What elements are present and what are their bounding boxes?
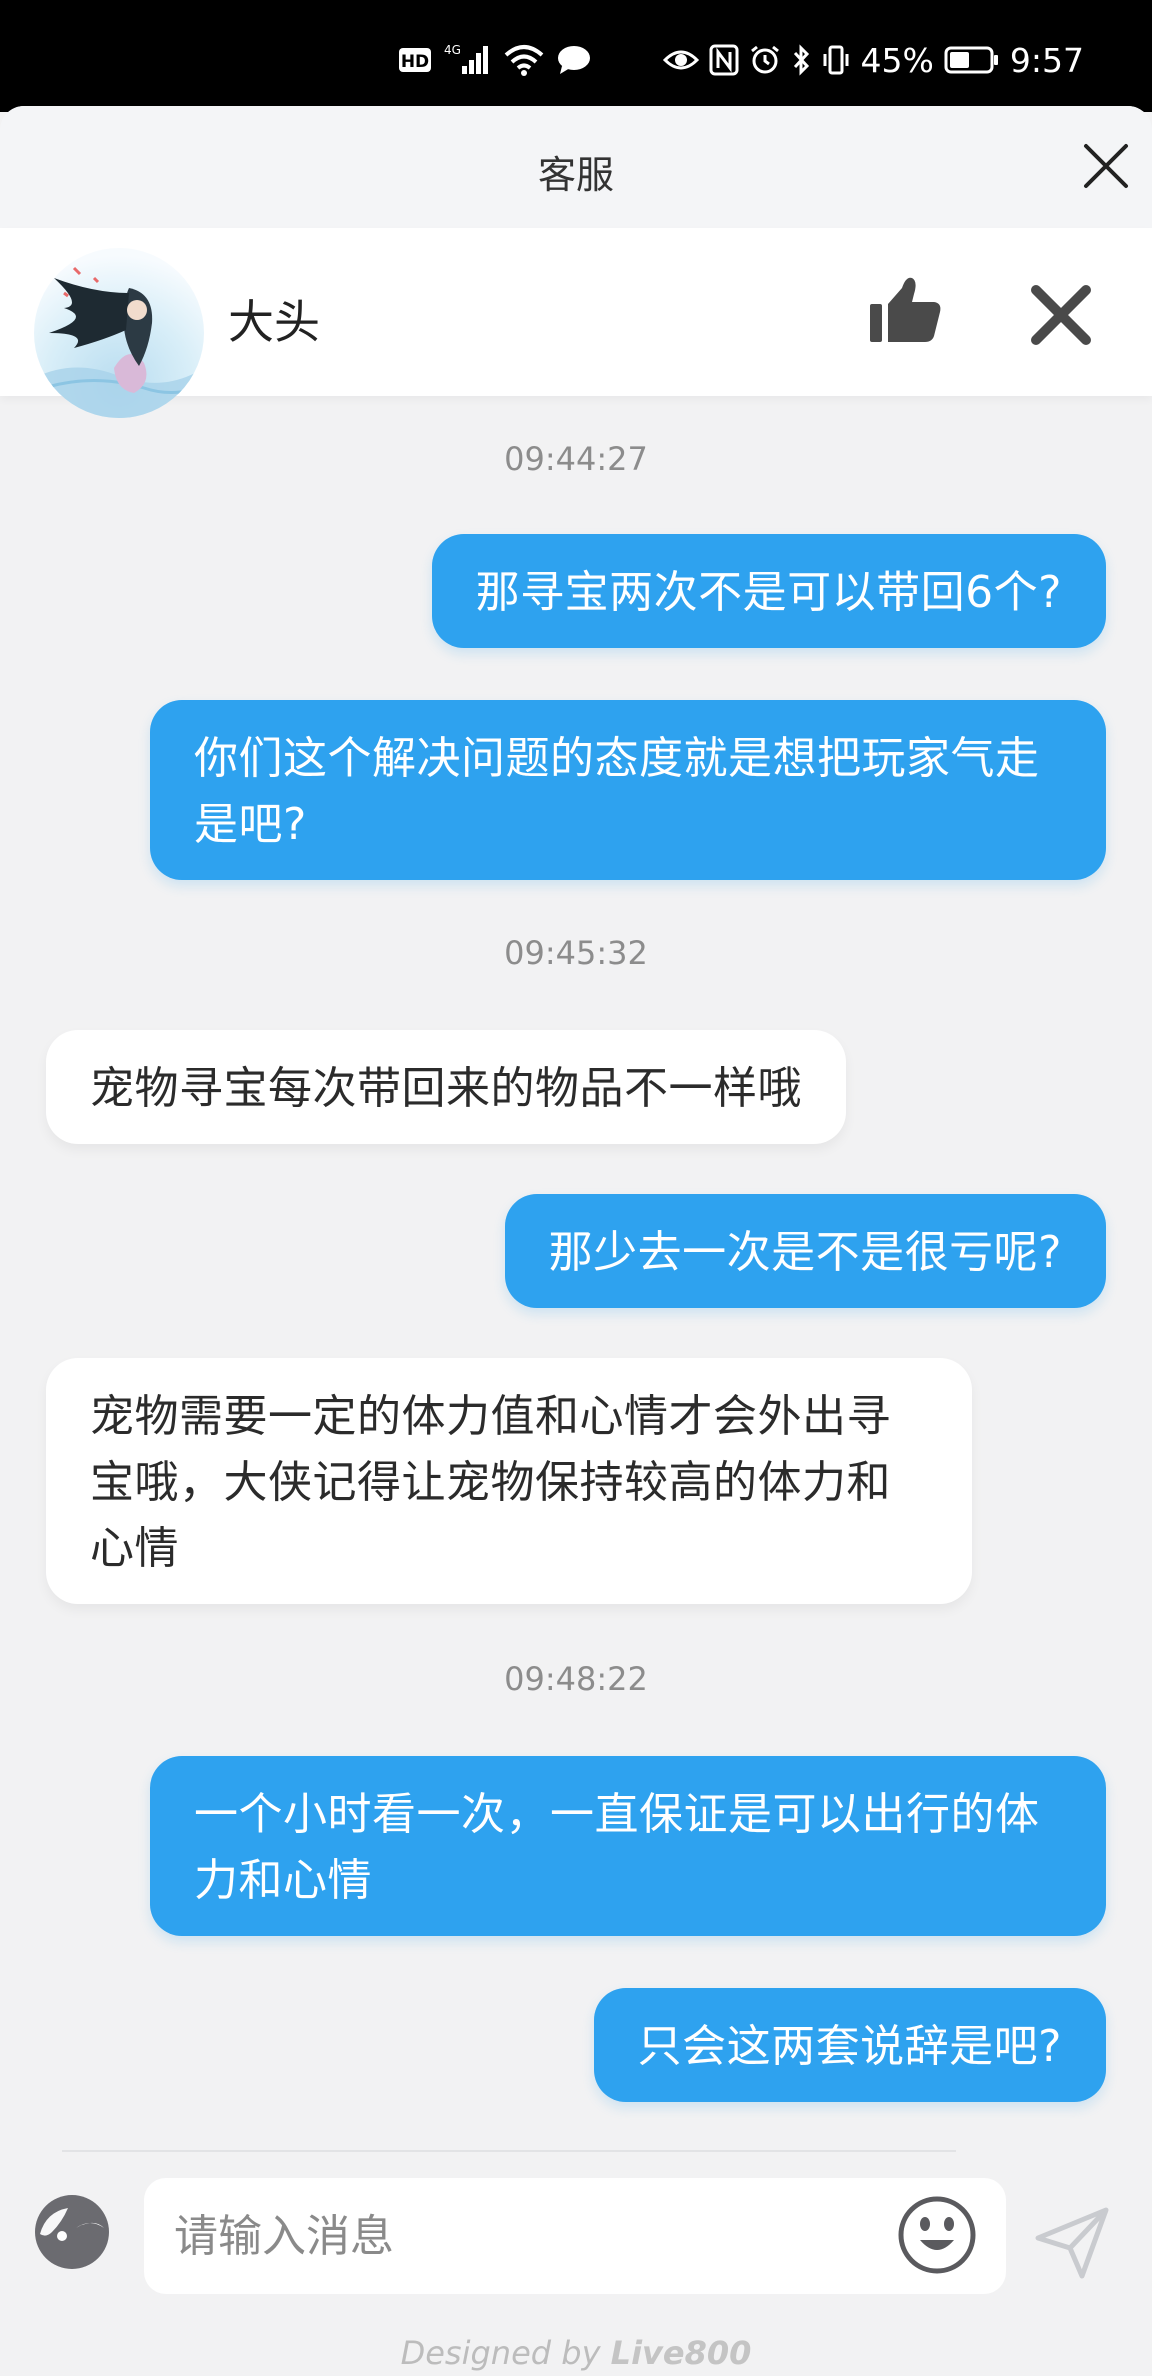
close-icon: [1084, 144, 1128, 188]
agent-header: 大头: [0, 228, 1152, 418]
message-icon: [556, 44, 592, 76]
input-divider: [62, 2150, 956, 2152]
incoming-message[interactable]: 宠物需要一定的体力值和心情才会外出寻宝哦，大侠记得让宠物保持较高的体力和心情: [46, 1358, 972, 1604]
end-chat-button[interactable]: [1030, 284, 1092, 346]
message-input-box: [144, 2178, 1006, 2294]
outgoing-message[interactable]: 只会这两套说辞是吧?: [593, 1988, 1106, 2102]
outgoing-message[interactable]: 一个小时看一次，一直保证是可以出行的体力和心情: [150, 1756, 1106, 1936]
incoming-message[interactable]: 宠物寻宝每次带回来的物品不一样哦: [46, 1030, 846, 1144]
status-right-icons: 45% 9:57: [662, 40, 1084, 80]
4g-signal-icon: 4G: [444, 42, 492, 78]
message-timestamp: 09:48:22: [504, 1660, 648, 1698]
title-bar: 客服: [0, 106, 1152, 228]
message-timestamp: 09:44:27: [504, 440, 648, 478]
outgoing-message[interactable]: 那寻宝两次不是可以带回6个?: [431, 534, 1106, 648]
footer-credit: Designed by Live800: [0, 2334, 1152, 2372]
outgoing-message[interactable]: 你们这个解决问题的态度就是想把玩家气走是吧?: [150, 700, 1106, 880]
hd-icon: HD: [398, 45, 432, 75]
status-bar: HD 4G 45% 9:57: [0, 0, 1152, 112]
svg-text:HD: HD: [401, 52, 429, 72]
footer-brand: Live800: [610, 2334, 752, 2372]
emoji-icon: [898, 2196, 976, 2274]
clock-time: 9:57: [1009, 40, 1084, 80]
avatar[interactable]: [34, 248, 204, 418]
send-icon: [1035, 2207, 1109, 2279]
page-title: 客服: [537, 153, 614, 197]
send-button[interactable]: [1034, 2204, 1110, 2280]
nfc-icon: [709, 44, 739, 76]
chat-sheet: 客服 大头 09:44:27 那寻宝两次不是可以带回6个? 你们这个解决问题的态…: [0, 106, 1152, 2376]
emoji-button[interactable]: [896, 2194, 978, 2276]
agent-name: 大头: [228, 295, 320, 349]
battery-percent: 45%: [860, 40, 934, 80]
wifi-icon: [504, 43, 544, 77]
message-timestamp: 09:45:32: [504, 934, 648, 972]
robot-assistant-button[interactable]: [32, 2192, 112, 2272]
eye-icon: [662, 46, 699, 74]
thumbs-up-icon: [870, 277, 941, 342]
message-input[interactable]: [174, 2198, 894, 2274]
footer-prefix: Designed by: [400, 2334, 611, 2372]
close-sheet-button[interactable]: [1082, 142, 1130, 190]
svg-text:4G: 4G: [444, 43, 461, 57]
alarm-icon: [749, 44, 781, 76]
vibrate-icon: [821, 44, 851, 76]
bluetooth-icon: [791, 44, 811, 76]
status-left-icons: HD 4G: [398, 40, 592, 80]
avatar-illustration: [34, 266, 204, 418]
message-list: 09:44:27 那寻宝两次不是可以带回6个? 你们这个解决问题的态度就是想把玩…: [0, 106, 1152, 2376]
outgoing-message[interactable]: 那少去一次是不是很亏呢?: [504, 1194, 1106, 1308]
close-icon: [1031, 285, 1091, 345]
like-button[interactable]: [868, 272, 944, 348]
robot-face-icon: [35, 2195, 109, 2269]
battery-icon: [944, 45, 1000, 75]
